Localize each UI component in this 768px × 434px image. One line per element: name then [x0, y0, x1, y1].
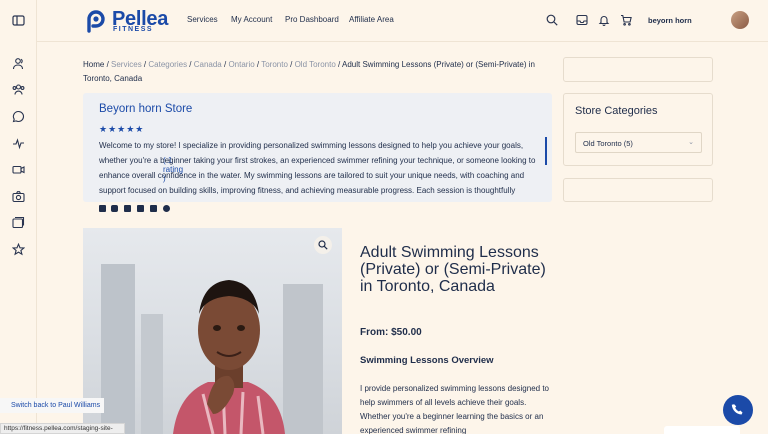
group-icon[interactable]: [12, 83, 25, 96]
store-categories-title: Store Categories: [575, 105, 658, 117]
camera-icon[interactable]: [12, 190, 25, 203]
breadcrumb-home[interactable]: Home: [83, 60, 104, 69]
nav-affiliate-area[interactable]: Affiliate Area: [349, 15, 394, 24]
left-sidebar: [0, 0, 37, 434]
product-title: Adult Swimming Lessons (Private) or (Sem…: [360, 244, 546, 295]
breadcrumb-canada[interactable]: Canada: [194, 60, 222, 69]
activity-icon[interactable]: [12, 137, 25, 150]
panel-icon[interactable]: [12, 14, 25, 27]
store-title[interactable]: Beyorn horn Store: [99, 103, 192, 115]
magnifier-icon: [318, 240, 328, 250]
status-bar-url: https://fitness.pellea.com/staging-site-: [0, 423, 125, 434]
store-description: Welcome to my store! I specialize in pro…: [99, 141, 536, 202]
stars-icon: ★★★★★: [99, 124, 145, 134]
category-select[interactable]: Old Toronto (5) ⌄: [575, 132, 702, 153]
description-scrollbar[interactable]: [545, 137, 547, 165]
nav-services[interactable]: Services: [187, 15, 218, 24]
gallery-icon[interactable]: [12, 216, 25, 229]
chat-icon[interactable]: [12, 110, 25, 123]
cart-icon[interactable]: [620, 14, 632, 26]
product-section: Adult Swimming Lessons (Private) or (Sem…: [83, 228, 552, 434]
chevron-down-icon: ⌄: [688, 139, 694, 146]
twitter-icon[interactable]: [99, 205, 106, 212]
nav-my-account[interactable]: My Account: [231, 15, 272, 24]
users-icon[interactable]: [12, 57, 25, 70]
video-icon[interactable]: [12, 163, 25, 176]
breadcrumb: Home / Services / Categories / Canada / …: [83, 60, 535, 83]
product-image[interactable]: [83, 228, 342, 434]
breadcrumb-toronto[interactable]: Toronto: [261, 60, 288, 69]
search-icon[interactable]: [546, 14, 558, 26]
brand-subtitle: FITNESS: [113, 26, 154, 33]
breadcrumb-old-toronto[interactable]: Old Toronto: [295, 60, 336, 69]
product-price: From: $50.00: [360, 327, 422, 338]
product-info: Adult Swimming Lessons (Private) or (Sem…: [342, 228, 552, 434]
breadcrumb-ontario[interactable]: Ontario: [228, 60, 254, 69]
facebook-icon[interactable]: [124, 205, 131, 212]
breadcrumb-services[interactable]: Services: [111, 60, 142, 69]
person-photo: [173, 280, 285, 434]
youtube-icon[interactable]: [150, 205, 157, 212]
store-info-panel: Beyorn horn Store ★★★★★ ( 1 rating ) Wel…: [83, 93, 552, 202]
phone-icon: [731, 404, 743, 415]
sidebar-widget-bottom: [563, 178, 713, 202]
breadcrumb-categories[interactable]: Categories: [148, 60, 187, 69]
top-navigation-bar: Pellea FITNESS Services My Account Pro D…: [37, 0, 768, 42]
store-categories-widget: Store Categories Old Toronto (5) ⌄: [563, 93, 713, 166]
logo-mark-icon: [87, 10, 105, 33]
product-description: I provide personalized swimming lessons …: [360, 384, 549, 434]
pellea-logo[interactable]: Pellea FITNESS: [84, 8, 184, 34]
star-rating: ★★★★★ ( 1 rating ): [99, 124, 183, 183]
bottom-widget: [664, 426, 740, 434]
switch-back-link[interactable]: Switch back to Paul Williams: [0, 398, 104, 413]
sidebar-widget-top: [563, 57, 713, 82]
user-name[interactable]: beyorn horn: [648, 16, 692, 25]
bell-icon[interactable]: [598, 14, 610, 26]
category-selected-value: Old Toronto (5): [583, 139, 633, 148]
star-icon[interactable]: [12, 243, 25, 256]
zoom-button[interactable]: [314, 236, 332, 254]
overview-heading: Swimming Lessons Overview: [360, 355, 494, 366]
avatar[interactable]: [731, 11, 749, 29]
pinterest-icon[interactable]: [163, 205, 170, 212]
nav-pro-dashboard[interactable]: Pro Dashboard: [285, 15, 339, 24]
instagram-icon[interactable]: [111, 205, 118, 212]
call-button[interactable]: [723, 395, 753, 425]
linkedin-icon[interactable]: [137, 205, 144, 212]
inbox-icon[interactable]: [576, 14, 588, 26]
